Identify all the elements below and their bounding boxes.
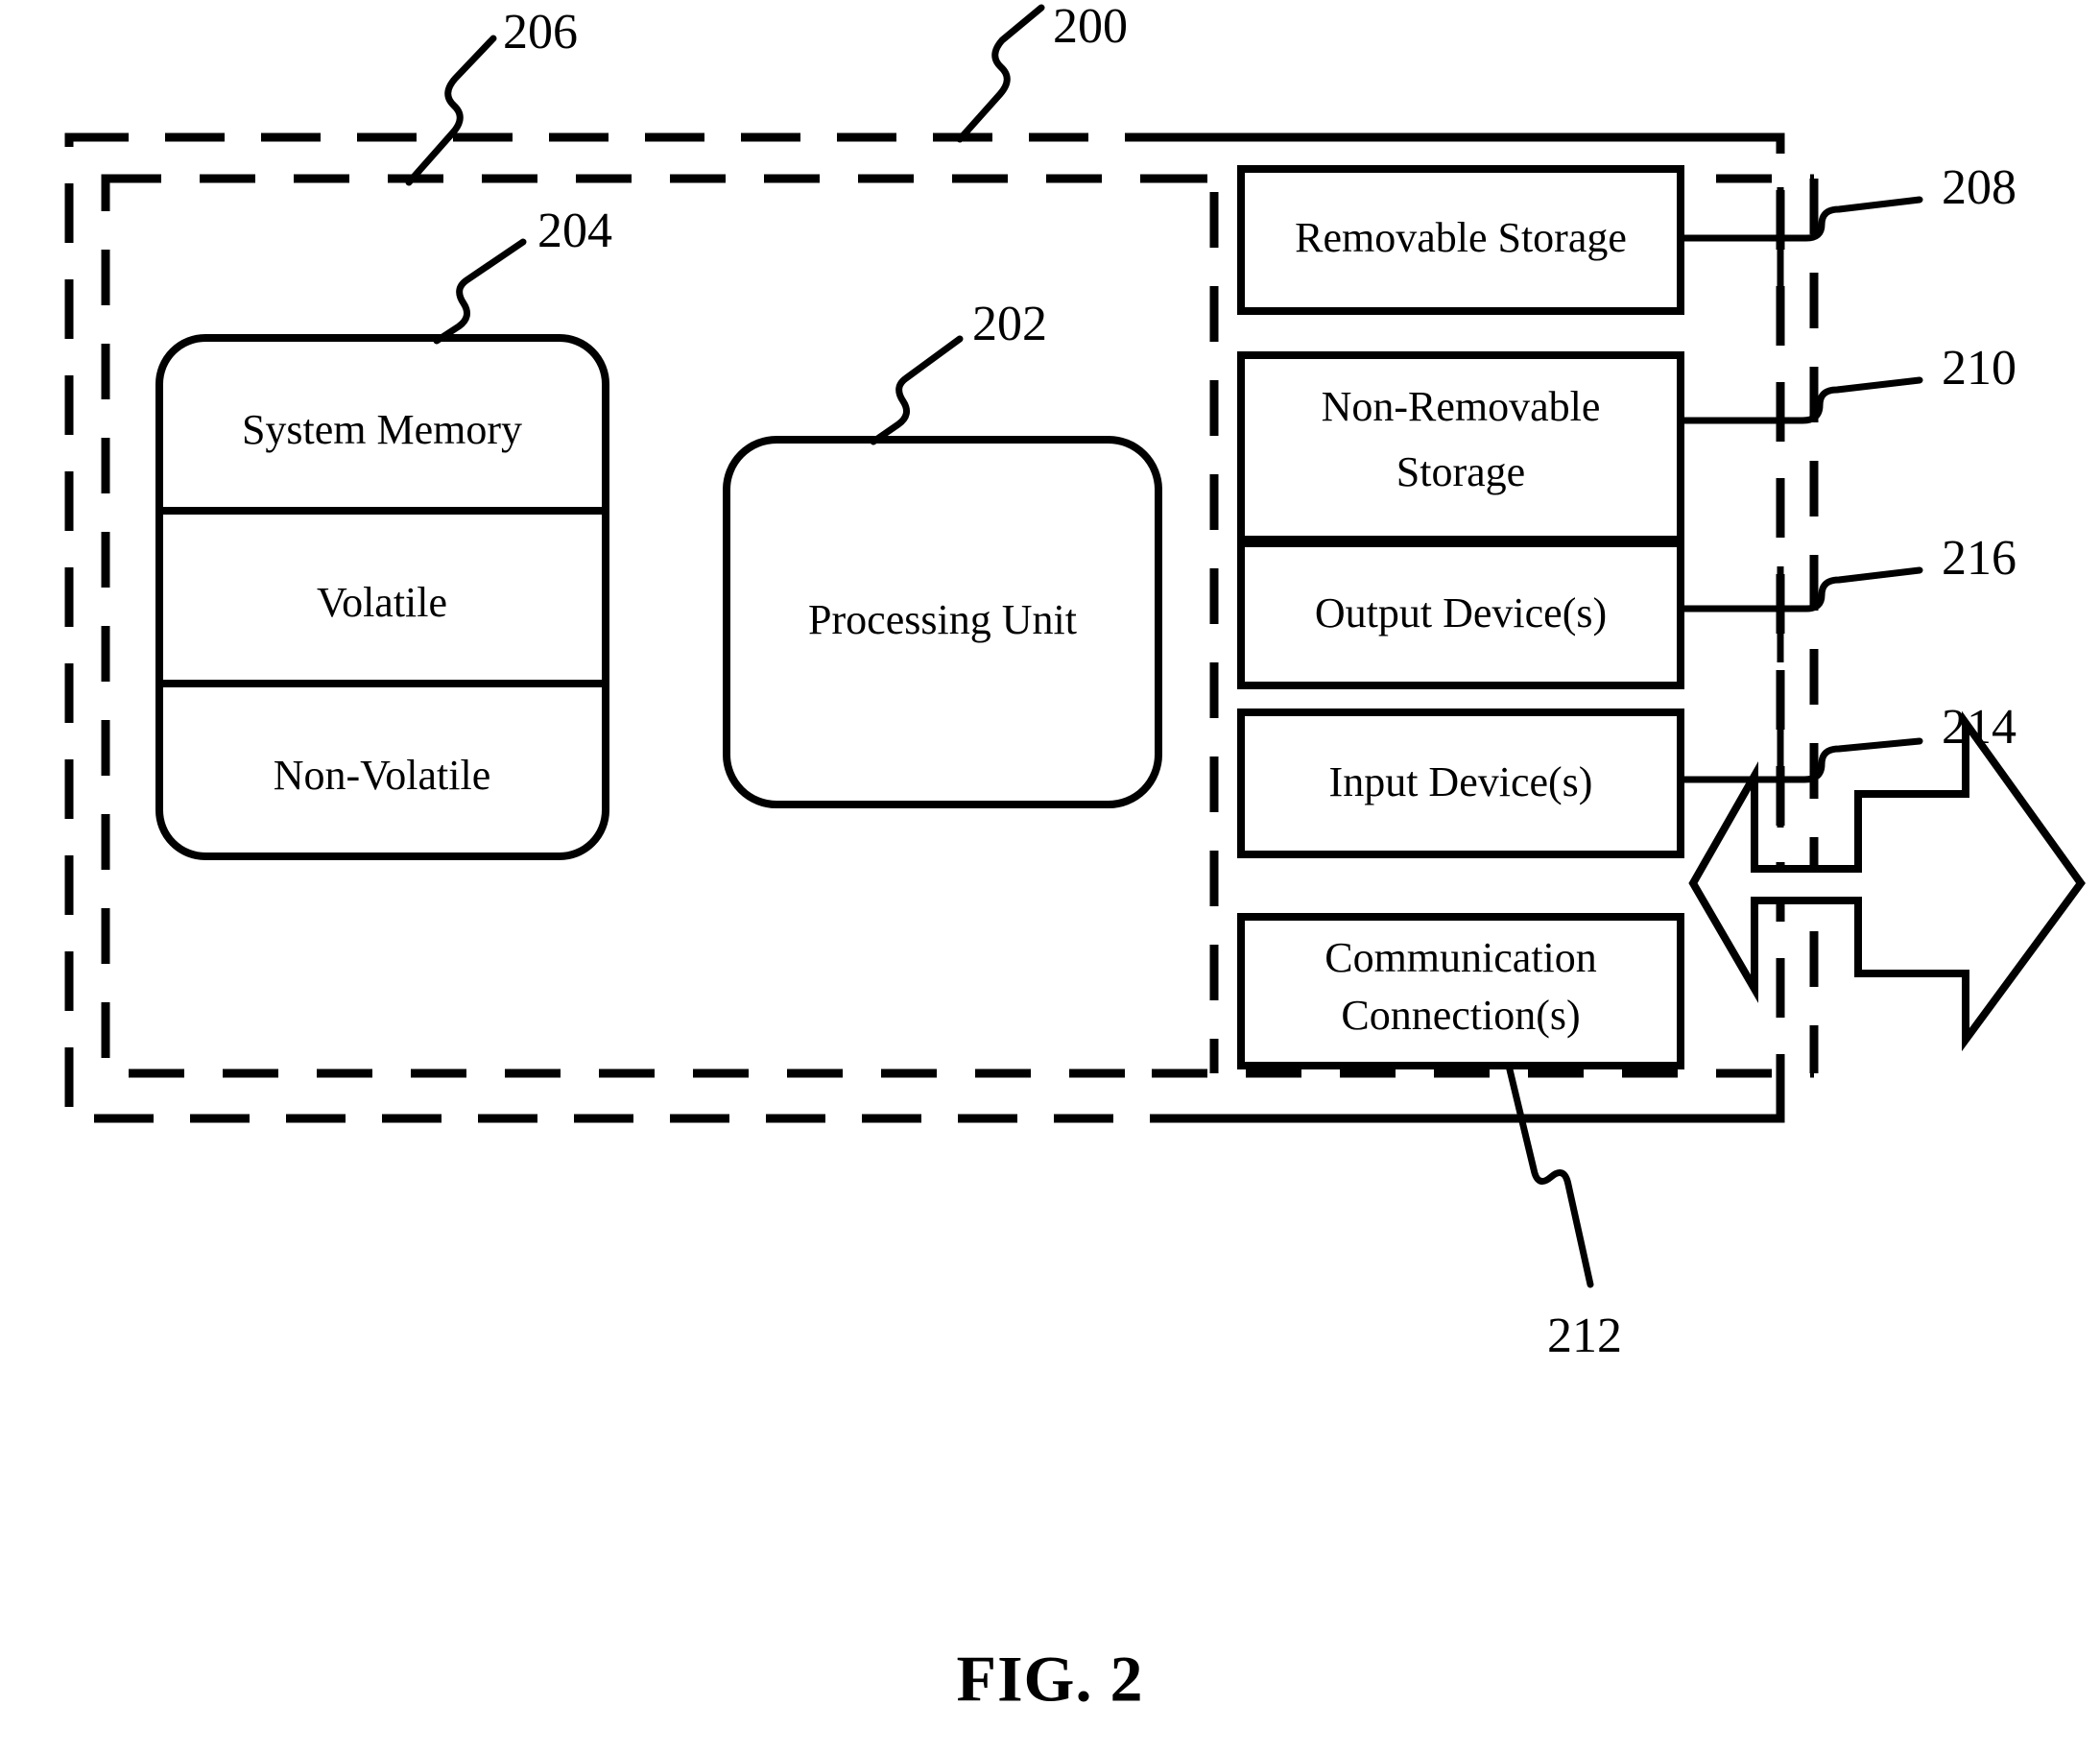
ref-label-208: 208 (1942, 160, 2016, 215)
leader-202: 202 (870, 297, 1047, 445)
input-devices-label: Input Device(s) (1329, 758, 1593, 805)
figure-canvas: System Memory Volatile Non-Volatile 204 … (64, 0, 2086, 1716)
non-removable-storage-block[interactable]: Non-Removable Storage (1237, 351, 1684, 543)
ref-label-216: 216 (1942, 531, 2016, 586)
figure-caption: FIG. 2 (957, 1643, 1144, 1716)
ref-label-204: 204 (537, 204, 612, 258)
system-memory-label: System Memory (242, 406, 522, 453)
ref-label-210: 210 (1942, 341, 2016, 396)
volatile-label: Volatile (317, 579, 447, 626)
communication-connections-block[interactable]: Communication Connection(s) (1237, 913, 1684, 1069)
patent-figure-root: System Memory Volatile Non-Volatile 204 … (0, 0, 2100, 1753)
output-devices-block[interactable]: Output Device(s) (1237, 540, 1684, 689)
ref-label-212: 212 (1547, 1309, 1622, 1363)
non-volatile-label: Non-Volatile (274, 752, 491, 799)
processing-unit-block[interactable]: Processing Unit (723, 436, 1162, 808)
system-memory-block[interactable]: System Memory Volatile Non-Volatile (155, 334, 609, 860)
processing-unit-label: Processing Unit (808, 596, 1077, 643)
communication-connections-label-line1: Communication (1324, 934, 1597, 981)
removable-storage-block[interactable]: Removable Storage (1237, 165, 1684, 315)
removable-storage-label: Removable Storage (1295, 214, 1627, 261)
leader-204: 204 (433, 204, 612, 345)
non-removable-storage-label-line2: Storage (1396, 448, 1525, 495)
input-devices-block[interactable]: Input Device(s) (1237, 708, 1684, 858)
leader-206: 206 (405, 5, 578, 186)
non-removable-storage-label-line1: Non-Removable (1322, 383, 1601, 430)
output-devices-label: Output Device(s) (1315, 589, 1607, 636)
ref-label-202: 202 (972, 297, 1047, 351)
ref-label-206: 206 (503, 5, 578, 60)
communication-connections-label-line2: Connection(s) (1341, 992, 1580, 1039)
ref-label-200: 200 (1053, 0, 1128, 54)
leader-200: 200 (956, 0, 1128, 143)
